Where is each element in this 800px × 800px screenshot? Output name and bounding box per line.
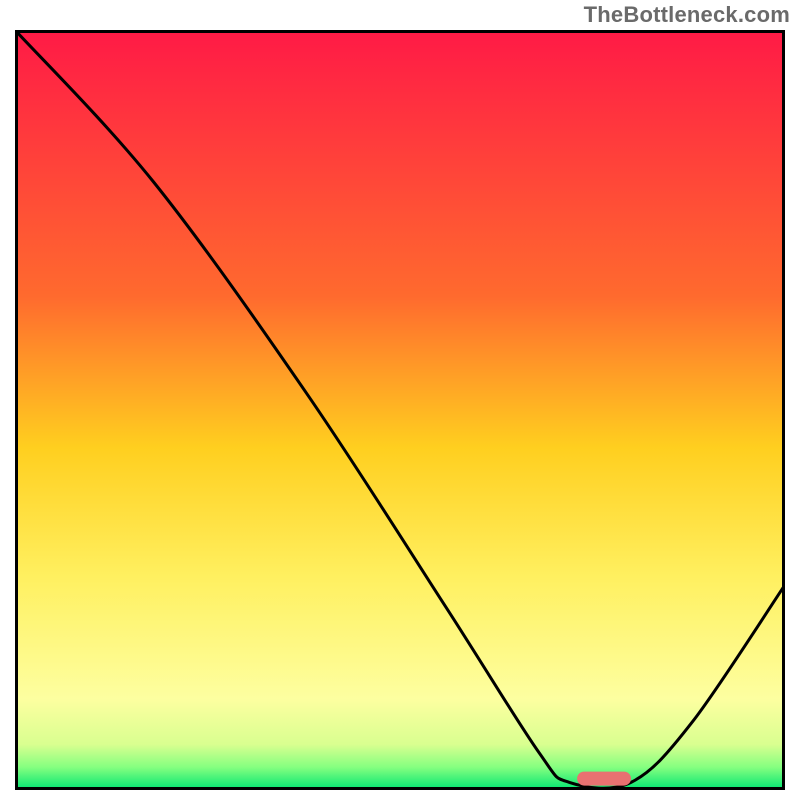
chart-container: TheBottleneck.com bbox=[0, 0, 800, 800]
watermark-text: TheBottleneck.com bbox=[584, 2, 790, 28]
optimal-range-marker bbox=[577, 772, 631, 786]
gradient-background bbox=[15, 30, 785, 790]
bottleneck-chart bbox=[15, 30, 785, 790]
plot-area bbox=[15, 30, 785, 790]
